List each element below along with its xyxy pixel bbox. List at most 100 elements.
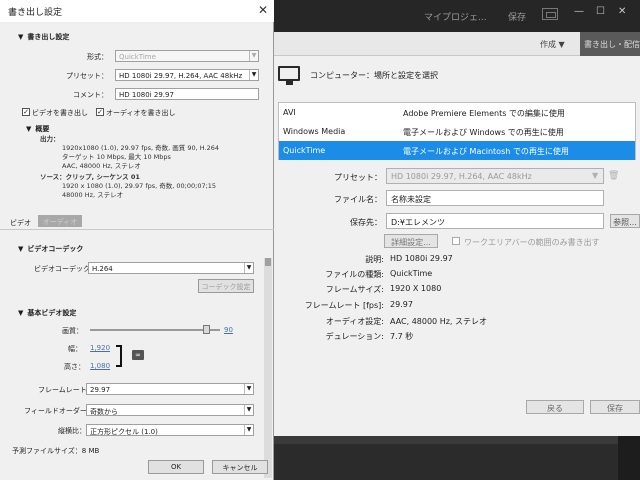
- format-list: AVI Adobe Premiere Elements での編集に使用 Wind…: [278, 102, 636, 160]
- info-key: フレームレート [fps]:: [304, 301, 384, 310]
- comment-input[interactable]: HD 1080i 29.97: [115, 88, 259, 100]
- chevron-down-icon: ▼: [244, 405, 253, 415]
- width-value[interactable]: 1,920: [90, 344, 110, 352]
- output-line-3: AAC, 48000 Hz, ステレオ: [62, 162, 141, 170]
- export-settings-dialog: 書き出し設定 ✕ ▼ 書き出し設定 形式： QuickTime ▼ プリセット： H…: [0, 0, 274, 480]
- preset-select[interactable]: HD 1080i 29.97, H.264, AAC 48kHz: [386, 168, 604, 184]
- workarea-checkbox[interactable]: [452, 237, 460, 245]
- section-title: ビデオコーデック: [27, 245, 84, 253]
- framerate-select[interactable]: 29.97 ▼: [86, 383, 254, 395]
- back-button[interactable]: 戻る: [526, 400, 584, 414]
- info-value: QuickTime: [390, 269, 433, 278]
- info-key: フレームサイズ:: [325, 285, 384, 294]
- section-title: 概要: [35, 125, 50, 133]
- ok-button[interactable]: OK: [148, 460, 204, 474]
- height-value[interactable]: 1,080: [90, 362, 110, 370]
- collapse-triangle-icon: ▼: [26, 125, 32, 133]
- output-line-1: 1920x1080 (1.0), 29.97 fps, 奇数, 画質 90, H…: [62, 144, 219, 152]
- info-key: オーディオ設定:: [325, 317, 384, 326]
- close-icon[interactable]: ✕: [618, 6, 626, 17]
- aspect-select[interactable]: 正方形ピクセル (1.0) ▼: [86, 424, 254, 436]
- save-menu[interactable]: 保存: [508, 10, 526, 23]
- format-value: QuickTime: [119, 53, 156, 61]
- video-codec-section[interactable]: ▼ ビデオコーデック: [18, 244, 83, 254]
- fullscreen-icon[interactable]: [542, 8, 558, 20]
- format-desc: Adobe Premiere Elements での編集に使用: [403, 109, 565, 118]
- info-key: デュレーション:: [325, 332, 384, 341]
- dialog-scrollbar[interactable]: [264, 258, 272, 478]
- chain-link-icon[interactable]: ∞: [132, 350, 144, 360]
- tab-audio[interactable]: オーディオ: [38, 215, 82, 227]
- saveto-input[interactable]: D:¥エレメンツ: [386, 213, 604, 229]
- export-audio-checkbox[interactable]: ✓: [96, 108, 104, 116]
- save-button[interactable]: 保存: [590, 400, 640, 414]
- format-desc: 電子メールおよび Windows での再生に使用: [403, 128, 564, 137]
- format-row-windows-media[interactable]: Windows Media 電子メールおよび Windows での再生に使用: [279, 122, 635, 141]
- filename-input[interactable]: 名称未設定: [386, 190, 604, 206]
- export-video-checkbox[interactable]: ✓: [22, 108, 30, 116]
- filename-label: ファイル名：: [334, 195, 382, 204]
- chevron-down-icon: ▼: [249, 70, 258, 80]
- dialog-preset-select[interactable]: HD 1080i 29.97, H.264, AAC 48kHz ▼: [115, 69, 259, 81]
- maximize-icon[interactable]: ☐: [596, 6, 605, 17]
- minimize-icon[interactable]: —: [574, 6, 584, 17]
- basic-video-section[interactable]: ▼ 基本ビデオ設定: [18, 308, 76, 318]
- format-row-quicktime[interactable]: QuickTime 電子メールおよび Macintosh での再生に使用: [279, 141, 635, 160]
- computer-icon: [278, 66, 300, 85]
- codec-value: H.264: [92, 265, 113, 273]
- timeline-strip: [274, 436, 640, 480]
- info-audio: オーディオ設定: AAC, 48000 Hz, ステレオ: [274, 314, 640, 328]
- codec-settings-button[interactable]: コーデック設定: [198, 279, 254, 293]
- trash-icon[interactable]: 🗑: [608, 171, 619, 181]
- chevron-down-icon: ▼: [244, 425, 253, 435]
- quality-slider[interactable]: [90, 325, 220, 334]
- premiere-elements-window: マイプロジェ... 保存 — ☐ ✕ 作成 ▼ 書き出し・配信 コンピューター：…: [274, 0, 640, 480]
- info-framesize: フレームサイズ: 1920 X 1080: [274, 282, 640, 296]
- tab-video[interactable]: ビデオ: [10, 218, 31, 228]
- info-key: ファイルの種類:: [325, 270, 384, 279]
- collapse-triangle-icon: ▼: [18, 309, 24, 317]
- saveto-row: 保存先： D:¥エレメンツ 参照...: [274, 213, 640, 231]
- export-settings-section[interactable]: ▼ 書き出し設定: [18, 32, 69, 42]
- quality-value[interactable]: 90: [224, 326, 233, 334]
- output-label: 出力：: [40, 135, 60, 143]
- advanced-settings-button[interactable]: 詳細設定...: [384, 234, 438, 248]
- preset-row: プリセット： HD 1080i 29.97, H.264, AAC 48kHz …: [274, 168, 640, 186]
- export-panel: コンピューター：場所と設定を選択 AVI Adobe Premiere Elem…: [274, 56, 640, 436]
- destination-label: コンピューター：場所と設定を選択: [310, 71, 438, 80]
- info-filetype: ファイルの種類: QuickTime: [274, 267, 640, 281]
- info-framerate: フレームレート [fps]: 29.97: [274, 298, 640, 312]
- format-select[interactable]: QuickTime ▼: [115, 50, 259, 62]
- preset-dropdown-arrow-icon[interactable]: ▼: [592, 171, 598, 180]
- dialog-title: 書き出し設定: [8, 8, 63, 18]
- tab-export[interactable]: 書き出し・配信: [580, 32, 640, 56]
- dialog-body: ▼ 書き出し設定 形式： QuickTime ▼ プリセット： HD 1080i 2…: [0, 22, 274, 480]
- collapse-triangle-icon: ▼: [18, 33, 24, 41]
- tab-create[interactable]: 作成 ▼: [540, 39, 565, 50]
- preset-label: プリセット：: [334, 173, 382, 182]
- info-key: 説明:: [365, 255, 384, 264]
- collapse-triangle-icon: ▼: [18, 245, 24, 253]
- field-order-select[interactable]: 奇数から ▼: [86, 404, 254, 416]
- project-title: マイプロジェ...: [424, 13, 487, 23]
- info-description: 説明: HD 1080i 29.97: [274, 252, 640, 266]
- quality-slider-thumb[interactable]: [203, 325, 210, 334]
- info-value: 1920 X 1080: [390, 284, 442, 293]
- format-desc: 電子メールおよび Macintosh での再生に使用: [403, 147, 569, 156]
- scroll-edge: [618, 436, 640, 480]
- aspect-label: 縦横比：: [58, 427, 86, 435]
- summary-section[interactable]: ▼ 概要: [26, 124, 49, 134]
- format-row-avi[interactable]: AVI Adobe Premiere Elements での編集に使用: [279, 103, 635, 122]
- close-icon[interactable]: ✕: [258, 3, 268, 17]
- video-codec-select[interactable]: H.264 ▼: [88, 262, 254, 274]
- framerate-value: 29.97: [90, 386, 111, 394]
- timeline-ruler: [274, 436, 640, 444]
- cancel-button[interactable]: キャンセル: [212, 460, 268, 474]
- browse-button[interactable]: 参照...: [610, 214, 640, 228]
- media-tabbar: ビデオ オーディオ: [0, 214, 274, 230]
- info-duration: デュレーション: 7.7 秒: [274, 329, 640, 343]
- field-order-value: 奇数から: [90, 408, 118, 416]
- dialog-titlebar: 書き出し設定 ✕: [0, 0, 274, 22]
- field-order-label: フィールドオーダー：: [24, 407, 94, 415]
- app-tabbar: 作成 ▼ 書き出し・配信: [274, 32, 640, 56]
